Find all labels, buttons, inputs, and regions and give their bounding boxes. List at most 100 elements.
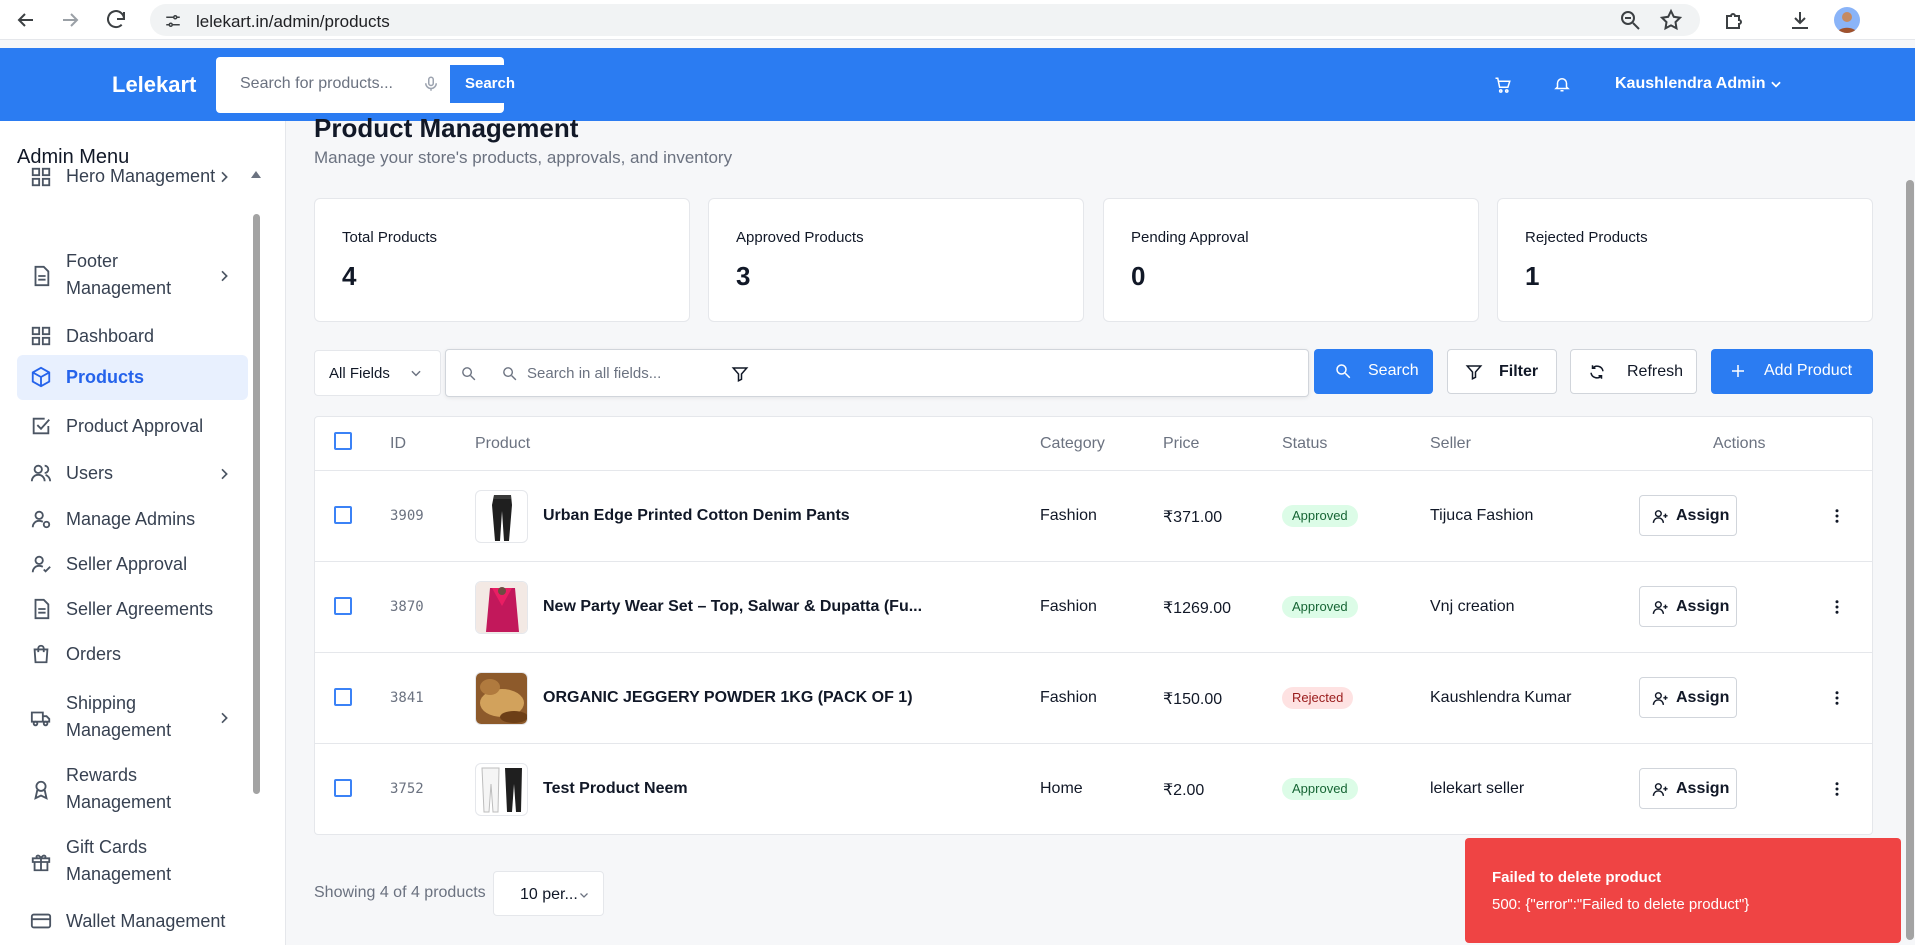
- user-plus-icon: [1652, 599, 1669, 616]
- add-product-button[interactable]: Add Product: [1711, 349, 1873, 394]
- table-row[interactable]: 3870 New Party Wear Set – Top, Salwar & …: [315, 561, 1872, 652]
- search-field-select-value: All Fields: [329, 365, 390, 382]
- table-row[interactable]: 3841 ORGANIC JEGGERY POWDER 1KG (PACK OF…: [315, 652, 1872, 743]
- back-icon[interactable]: [14, 8, 38, 32]
- product-name[interactable]: Urban Edge Printed Cotton Denim Pants: [543, 507, 850, 525]
- address-bar[interactable]: lelekart.in/admin/products: [150, 4, 1700, 36]
- search-button[interactable]: Search: [1314, 349, 1433, 394]
- assign-button[interactable]: Assign: [1639, 495, 1737, 536]
- app-header: Lelekart Search for products... Search K…: [0, 48, 1915, 121]
- sidebar-item-users[interactable]: Users: [17, 452, 248, 495]
- row-checkbox[interactable]: [334, 688, 352, 706]
- site-settings-icon[interactable]: [164, 12, 182, 30]
- product-category: Fashion: [1040, 689, 1097, 706]
- extensions-icon[interactable]: [1723, 8, 1747, 32]
- table-row[interactable]: 3909 Urban Edge Printed Cotton Denim Pan…: [315, 470, 1872, 561]
- page-title: Product Management: [314, 113, 579, 143]
- stat-value: 0: [1131, 261, 1146, 291]
- sidebar-item-wallet-management[interactable]: Wallet Management: [17, 902, 248, 945]
- shopping-bag-icon: [30, 643, 52, 665]
- assign-button-label: Assign: [1676, 689, 1730, 706]
- sidebar-item-orders[interactable]: Orders: [17, 633, 248, 676]
- assign-button[interactable]: Assign: [1639, 677, 1737, 718]
- filter-button[interactable]: Filter: [1447, 349, 1557, 394]
- sidebar-item-dashboard[interactable]: Dashboard: [17, 315, 248, 358]
- product-seller: Vnj creation: [1430, 598, 1515, 615]
- sidebar-item-label: Users: [66, 463, 114, 483]
- product-search-box[interactable]: Search in all fields...: [445, 349, 1309, 397]
- chevron-right-icon: [216, 466, 232, 482]
- sidebar-item-shipping-management[interactable]: Shipping Management: [17, 687, 248, 749]
- user-menu[interactable]: Kaushlendra Admin: [1615, 75, 1766, 93]
- sidebar-item-manage-admins[interactable]: Manage Admins: [17, 498, 248, 541]
- more-vertical-icon[interactable]: [1828, 507, 1846, 525]
- toast-message: 500: {"error":"Failed to delete product"…: [1492, 896, 1750, 913]
- brand-logo[interactable]: Lelekart: [112, 72, 196, 98]
- wallet-icon: [30, 910, 52, 932]
- row-checkbox[interactable]: [334, 597, 352, 615]
- profile-avatar[interactable]: [1834, 7, 1860, 33]
- assign-button[interactable]: Assign: [1639, 768, 1737, 809]
- product-seller: Tijuca Fashion: [1430, 507, 1534, 524]
- sidebar-item-label: Hero Management: [66, 166, 216, 186]
- product-price: ₹150.00: [1163, 691, 1223, 708]
- header-search-button[interactable]: Search: [450, 65, 530, 103]
- status-badge: Rejected: [1282, 687, 1354, 709]
- forward-icon[interactable]: [58, 8, 82, 32]
- download-icon[interactable]: [1788, 8, 1812, 32]
- add-product-button-label: Add Product: [1764, 362, 1853, 379]
- sidebar-item-label: Product Approval: [66, 416, 204, 436]
- table-row[interactable]: 3752 Test Product Neem Home ₹2.00 Approv…: [315, 743, 1872, 834]
- more-vertical-icon[interactable]: [1828, 780, 1846, 798]
- more-vertical-icon[interactable]: [1828, 689, 1846, 707]
- stat-label: Total Products: [342, 229, 438, 246]
- product-name[interactable]: ORGANIC JEGGERY POWDER 1KG (PACK OF 1): [543, 689, 913, 707]
- reload-icon[interactable]: [104, 8, 128, 32]
- more-vertical-icon[interactable]: [1828, 598, 1846, 616]
- sidebar-scrollbar-thumb[interactable]: [253, 214, 260, 794]
- chevron-down-icon[interactable]: [1769, 77, 1783, 91]
- product-thumbnail: [475, 672, 528, 725]
- user-cog-icon: [30, 508, 52, 530]
- plus-icon: [1729, 362, 1747, 380]
- product-name[interactable]: New Party Wear Set – Top, Salwar & Dupat…: [543, 598, 922, 616]
- product-category: Home: [1040, 780, 1083, 797]
- per-page-select[interactable]: 10 per...: [493, 871, 604, 916]
- sidebar-item-products[interactable]: Products: [17, 355, 248, 400]
- sidebar-item-seller-approval[interactable]: Seller Approval: [17, 543, 248, 586]
- product-seller: lelekart seller: [1430, 780, 1525, 797]
- cart-icon[interactable]: [1494, 76, 1512, 94]
- product-id: 3870: [390, 599, 424, 615]
- status-badge: Approved: [1282, 505, 1358, 527]
- product-name[interactable]: Test Product Neem: [543, 780, 688, 798]
- product-search-input[interactable]: Search in all fields...: [527, 365, 661, 382]
- sidebar-item-product-approval[interactable]: Product Approval: [17, 405, 248, 448]
- sidebar-item-rewards-management[interactable]: Rewards Management: [17, 759, 248, 821]
- filter-button-label: Filter: [1499, 363, 1539, 380]
- select-all-checkbox[interactable]: [334, 432, 352, 450]
- search-field-select[interactable]: All Fields: [314, 350, 441, 396]
- sidebar-item-hero-management[interactable]: Hero Management: [17, 157, 248, 197]
- filter-icon[interactable]: [731, 365, 749, 383]
- user-plus-icon: [1652, 508, 1669, 525]
- row-checkbox[interactable]: [334, 779, 352, 797]
- header-search-input[interactable]: Search for products...: [240, 75, 393, 93]
- zoom-icon[interactable]: [1618, 8, 1642, 32]
- main-scrollbar-thumb[interactable]: [1906, 180, 1914, 940]
- assign-button[interactable]: Assign: [1639, 586, 1737, 627]
- row-checkbox[interactable]: [334, 506, 352, 524]
- error-toast[interactable]: Failed to delete product 500: {"error":"…: [1465, 838, 1901, 943]
- url-text[interactable]: lelekart.in/admin/products: [196, 12, 390, 32]
- product-id: 3841: [390, 690, 424, 706]
- bookmark-star-icon[interactable]: [1659, 8, 1683, 32]
- sidebar-item-seller-agreements[interactable]: Seller Agreements: [17, 588, 248, 631]
- stat-label: Approved Products: [736, 229, 864, 246]
- search-icon: [501, 365, 518, 382]
- microphone-icon[interactable]: [422, 75, 440, 93]
- product-thumbnail: [475, 490, 528, 543]
- bell-icon[interactable]: [1553, 75, 1571, 93]
- sidebar-item-footer-management[interactable]: Footer Management: [17, 245, 248, 307]
- sidebar-item-gift-cards-management[interactable]: Gift Cards Management: [17, 831, 248, 893]
- column-header-status: Status: [1282, 435, 1328, 452]
- refresh-button[interactable]: Refresh: [1570, 349, 1697, 394]
